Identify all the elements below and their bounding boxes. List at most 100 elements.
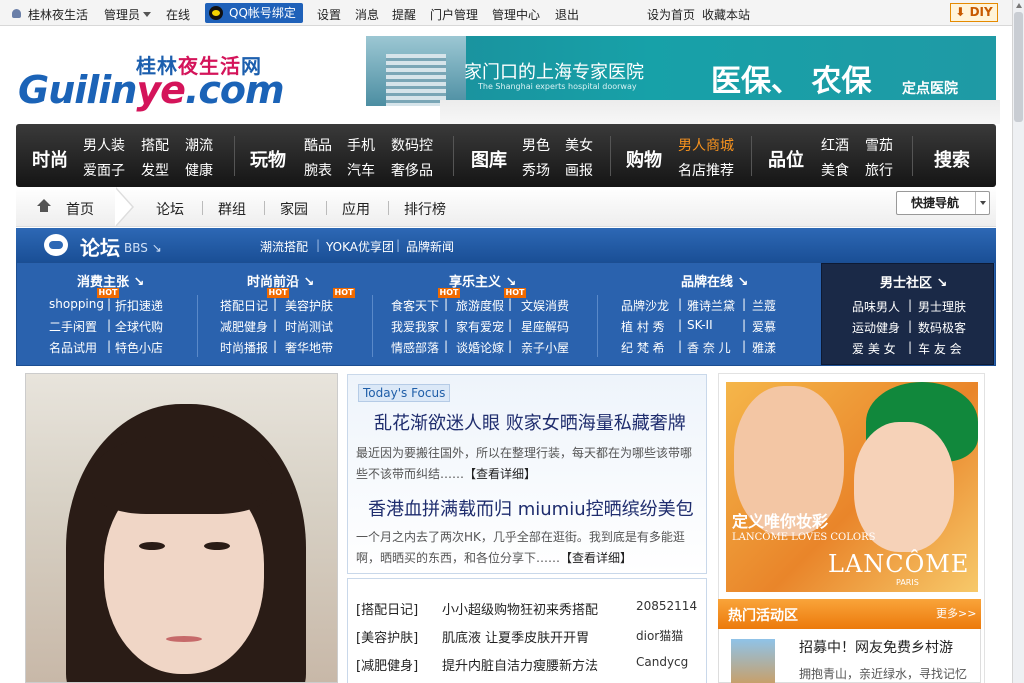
board-car-club[interactable]: 车 友 会 xyxy=(918,340,962,357)
board-horoscope[interactable]: 星座解码 xyxy=(521,318,569,335)
thread-author[interactable]: 20852114 xyxy=(636,599,697,613)
board-fitness[interactable]: 减肥健身 xyxy=(220,318,268,335)
board-emotion[interactable]: 情感部落 xyxy=(391,339,439,356)
view-details-link[interactable]: 【查看详细】 xyxy=(560,551,632,565)
nav-item-travel[interactable]: 旅行 xyxy=(865,160,893,180)
set-home-link[interactable]: 设为首页 xyxy=(647,6,695,23)
thread-category[interactable]: [美容护肤] xyxy=(356,627,418,646)
thread-category[interactable]: [搭配日记] xyxy=(356,599,418,618)
nav-item-hairstyle[interactable]: 发型 xyxy=(141,160,169,180)
nav-item-runway[interactable]: 秀场 xyxy=(522,160,550,180)
bookmark-link[interactable]: 收藏本站 xyxy=(702,6,750,23)
nav-shopping[interactable]: 购物 xyxy=(626,146,662,172)
board-outfit-diary[interactable]: 搭配日记 xyxy=(220,297,268,314)
board-sports[interactable]: 运动健身 xyxy=(852,319,900,336)
thread-author[interactable]: Candycg xyxy=(636,655,688,669)
scroll-up-arrow-icon[interactable] xyxy=(1016,3,1022,8)
featured-portrait-photo[interactable] xyxy=(25,373,338,683)
board-mens-skin[interactable]: 男士理肤 xyxy=(918,298,966,315)
logout-link[interactable]: 退出 xyxy=(555,6,579,23)
activity-thumbnail[interactable] xyxy=(731,639,775,683)
admin-center-link[interactable]: 管理中心 xyxy=(492,6,540,23)
board-chanel[interactable]: 香 奈 儿 xyxy=(687,339,731,356)
board-shopping[interactable]: shopping xyxy=(49,297,104,311)
board-special-shops[interactable]: 特色小店 xyxy=(115,339,163,356)
board-lancome[interactable]: 兰蔻 xyxy=(752,297,776,314)
nav-item-pictorial[interactable]: 画报 xyxy=(565,160,593,180)
groups-link[interactable]: 群组 xyxy=(218,199,246,219)
activity-item-title[interactable]: 招募中！网友免费乡村游 xyxy=(799,637,953,657)
thread-title[interactable]: 提升内脏自洁力瘦腰新方法 xyxy=(442,655,598,674)
vertical-scrollbar[interactable] xyxy=(1012,0,1024,683)
forum-link[interactable]: 论坛 xyxy=(156,199,184,219)
board-shu-uemura[interactable]: 植 村 秀 xyxy=(621,318,665,335)
forumbar-link-yoka[interactable]: YOKA优享团 xyxy=(326,238,394,255)
board-marriage[interactable]: 谈婚论嫁 xyxy=(456,339,504,356)
nav-item-trend[interactable]: 潮流 xyxy=(185,135,213,155)
thread-author[interactable]: dior猫猫 xyxy=(636,627,683,644)
nav-item-wine[interactable]: 红酒 xyxy=(821,135,849,155)
board-brand-salon[interactable]: 品牌沙龙 xyxy=(621,297,669,314)
nav-item-car[interactable]: 汽车 xyxy=(347,160,375,180)
qq-bind-button[interactable]: QQ帐号绑定 xyxy=(205,3,303,23)
admin-menu[interactable]: 管理员 xyxy=(104,6,152,23)
nav-item-luxury[interactable]: 奢侈品 xyxy=(391,160,433,180)
nav-item-cigar[interactable]: 雪茄 xyxy=(865,135,893,155)
board-sk2[interactable]: SK-II xyxy=(687,318,713,332)
thread-category[interactable]: [减肥健身] xyxy=(356,655,418,674)
nav-item-health[interactable]: 健康 xyxy=(185,160,213,180)
apps-link[interactable]: 应用 xyxy=(342,199,370,219)
nav-search[interactable]: 搜索 xyxy=(934,146,970,172)
home-link[interactable]: 首页 xyxy=(66,199,94,219)
category-head-brands[interactable]: 品牌在线 ↘ xyxy=(681,271,748,290)
nav-gallery[interactable]: 图库 xyxy=(471,146,507,172)
reminders-link[interactable]: 提醒 xyxy=(392,6,416,23)
diy-button[interactable]: ⬇ DIY xyxy=(950,3,998,22)
settings-link[interactable]: 设置 xyxy=(317,6,341,23)
nav-item-men[interactable]: 男色 xyxy=(522,135,550,155)
nav-item-food[interactable]: 美食 xyxy=(821,160,849,180)
board-secondhand[interactable]: 二手闲置 xyxy=(49,318,97,335)
board-parenting[interactable]: 亲子小屋 xyxy=(521,339,569,356)
messages-link[interactable]: 消息 xyxy=(355,6,379,23)
board-trial[interactable]: 名品试用 xyxy=(49,339,97,356)
lancome-ad[interactable]: 定义唯你妆彩 LANCÔME LOVES COLORS LANCÔME PARI… xyxy=(726,382,978,592)
board-estee-lauder[interactable]: 雅诗兰黛 xyxy=(687,297,735,314)
focus-headline-2[interactable]: 香港血拼满载而归 miumiu控晒缤纷美包 xyxy=(368,495,694,521)
board-skincare[interactable]: 美容护肤 xyxy=(285,297,333,314)
board-global-purchase[interactable]: 全球代购 xyxy=(115,318,163,335)
thread-title[interactable]: 肌底液 让夏季皮肤开开胃 xyxy=(442,627,589,646)
board-aimer[interactable]: 爱慕 xyxy=(752,318,776,335)
rankings-link[interactable]: 排行榜 xyxy=(404,199,446,219)
board-love-beauty[interactable]: 爱 美 女 xyxy=(852,340,896,357)
nav-item-cool[interactable]: 酷品 xyxy=(304,135,332,155)
focus-headline-1[interactable]: 乱花渐欲迷人眼 败家女晒海量私藏奢牌 xyxy=(374,409,686,435)
activity-more-link[interactable]: 更多>> xyxy=(936,605,976,621)
category-head-mens[interactable]: 男士社区 ↘ xyxy=(880,272,947,291)
nav-item-mens-wear[interactable]: 男人装 xyxy=(83,135,125,155)
board-discounts[interactable]: 折扣速递 xyxy=(115,297,163,314)
board-avene[interactable]: 雅漾 xyxy=(752,339,776,356)
thread-title[interactable]: 小小超级购物狂初来秀搭配 xyxy=(442,599,598,618)
forumbar-link-trend[interactable]: 潮流搭配 xyxy=(260,238,308,255)
portal-admin-link[interactable]: 门户管理 xyxy=(430,6,478,23)
board-pets[interactable]: 家有爱宠 xyxy=(456,318,504,335)
nav-item-phone[interactable]: 手机 xyxy=(347,135,375,155)
board-home[interactable]: 我爱我家 xyxy=(391,318,439,335)
online-link[interactable]: 在线 xyxy=(166,6,190,23)
nav-taste[interactable]: 品位 xyxy=(768,146,804,172)
nav-item-watch[interactable]: 腕表 xyxy=(304,160,332,180)
nav-fashion[interactable]: 时尚 xyxy=(32,146,68,172)
nav-item-mens-mall[interactable]: 男人商城 xyxy=(678,135,734,155)
scrollbar-thumb[interactable] xyxy=(1014,12,1023,122)
nav-item-digital[interactable]: 数码控 xyxy=(391,135,433,155)
nav-item-beauty[interactable]: 美女 xyxy=(565,135,593,155)
nav-gadgets[interactable]: 玩物 xyxy=(250,146,286,172)
site-name-link[interactable]: 桂林夜生活 xyxy=(28,6,88,23)
board-luxury-zone[interactable]: 奢华地带 xyxy=(285,339,333,356)
nav-item-matching[interactable]: 搭配 xyxy=(141,135,169,155)
board-fashion-news[interactable]: 时尚播报 xyxy=(220,339,268,356)
board-entertainment[interactable]: 文娱消费 xyxy=(521,297,569,314)
board-travel[interactable]: 旅游度假 xyxy=(456,297,504,314)
quick-nav-dropdown[interactable]: 快捷导航 xyxy=(896,191,990,215)
